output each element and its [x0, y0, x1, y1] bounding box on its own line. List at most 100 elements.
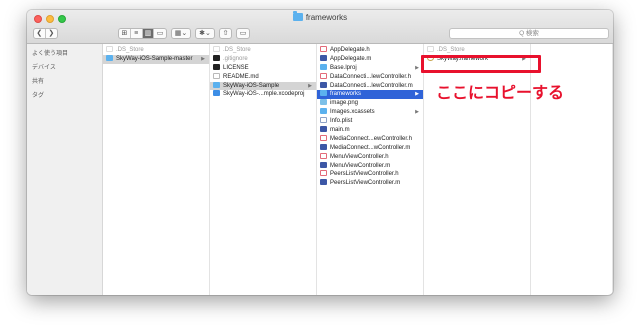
file-name: LICENSE	[223, 64, 249, 71]
file-row[interactable]: PeersListViewController.m	[317, 179, 423, 188]
file-icon	[320, 179, 327, 186]
file-row[interactable]: AppDelegate.h	[317, 46, 423, 55]
file-row[interactable]: MediaConnect...wController.m	[317, 143, 423, 153]
file-icon	[320, 46, 327, 52]
file-icon	[213, 72, 220, 79]
file-icon	[320, 152, 327, 159]
file-name: image.png	[330, 100, 359, 107]
file-name: MenuViewController.m	[330, 162, 391, 169]
file-row[interactable]: SkyWay-iOS-...mple.xcodeproj	[210, 90, 316, 99]
list-view-button[interactable]: ≡	[131, 29, 143, 38]
window-title: frameworks	[27, 11, 613, 22]
action-menu-button[interactable]: ✱⌄	[195, 28, 215, 39]
file-icon	[320, 143, 327, 150]
file-name: SkyWay-iOS-Sample	[223, 82, 280, 89]
file-row[interactable]: DataConnecti...lewController.h	[317, 72, 423, 82]
search-input[interactable]: Q 検索	[449, 28, 609, 39]
file-icon	[320, 99, 327, 106]
tag-button[interactable]: ▭	[236, 28, 250, 39]
file-icon	[213, 63, 220, 70]
gallery-view-button[interactable]: ▭	[154, 29, 166, 38]
annotation-label: ここにコピーする	[436, 83, 565, 102]
disclosure-chevron-icon: ▶	[415, 109, 419, 116]
sidebar-item-devices[interactable]: デバイス	[27, 61, 102, 75]
folder-icon	[292, 11, 303, 21]
file-icon	[320, 54, 327, 61]
folder-icon	[320, 90, 327, 97]
sidebar-item-shared[interactable]: 共有	[27, 75, 102, 89]
disclosure-chevron-icon: ▶	[308, 82, 312, 89]
column-1: .DS_Store SkyWay-iOS-Sample-master ▶	[103, 44, 210, 295]
file-name: AppDelegate.h	[330, 47, 370, 53]
disclosure-chevron-icon: ▶	[201, 55, 205, 62]
file-name: DataConnecti...lewController.m	[330, 82, 413, 89]
icon-view-button[interactable]: ⊞	[119, 29, 131, 38]
file-icon	[213, 54, 220, 61]
column-3: AppDelegate.h AppDelegate.m Base.lproj ▶ Dat…	[317, 44, 424, 295]
view-mode-selector: ⊞ ≡ ▥ ▭	[118, 28, 167, 39]
back-button[interactable]: ❮	[34, 29, 46, 38]
file-icon	[320, 134, 327, 141]
file-row[interactable]: LICENSE	[210, 63, 316, 73]
folder-icon	[106, 54, 113, 61]
file-name: .DS_Store	[116, 47, 144, 53]
file-name: README.md	[223, 73, 259, 80]
file-row[interactable]: Info.plist	[317, 117, 423, 126]
file-row[interactable]: SkyWay-iOS-Sample-master ▶	[103, 54, 209, 64]
file-name: .gitignore	[223, 55, 248, 62]
file-name: SkyWay-iOS-...mple.xcodeproj	[223, 91, 305, 98]
file-name: SkyWay-iOS-Sample-master	[116, 55, 193, 62]
sidebar: よく使う項目 デバイス 共有 タグ	[27, 44, 103, 295]
sidebar-item-favorites[interactable]: よく使う項目	[27, 47, 102, 61]
highlight-box	[421, 55, 541, 73]
forward-button[interactable]: ❯	[46, 29, 57, 38]
file-row[interactable]: AppDelegate.m	[317, 54, 423, 64]
file-row[interactable]: image.png	[317, 99, 423, 108]
window-title-text: frameworks	[305, 13, 348, 22]
file-row[interactable]: PeersListViewController.h	[317, 170, 423, 179]
group-by-button[interactable]: ▦⌄	[171, 28, 191, 39]
file-row[interactable]: Images.xcassets ▶	[317, 108, 423, 117]
share-button[interactable]: ⇧	[219, 28, 232, 39]
column-2: .DS_Store .gitignore LICENSE README.md SkyWa…	[210, 44, 317, 295]
file-row[interactable]: MenuViewController.h	[317, 152, 423, 162]
file-icon	[213, 46, 220, 52]
navigation-buttons: ❮ ❯	[33, 28, 58, 39]
file-icon	[213, 90, 220, 97]
file-name: DataConnecti...lewController.h	[330, 73, 412, 80]
file-row[interactable]: MenuViewController.m	[317, 161, 423, 171]
file-icon	[320, 81, 327, 88]
file-row[interactable]: MediaConnect...ewController.h	[317, 134, 423, 144]
folder-icon	[320, 63, 327, 70]
file-row[interactable]: .DS_Store	[103, 46, 209, 55]
file-row[interactable]: README.md	[210, 72, 316, 82]
file-name: Images.xcassets	[330, 109, 375, 116]
file-name: main.m	[330, 127, 350, 134]
file-row[interactable]: SkyWay-iOS-Sample ▶	[210, 81, 316, 91]
file-name: MediaConnect...wController.m	[330, 144, 411, 151]
file-icon	[320, 117, 327, 124]
finder-window: frameworks ❮ ❯ ⊞ ≡ ▥ ▭ ▦⌄ ✱⌄ ⇧ ▭ Q 検索 よく…	[27, 10, 613, 295]
folder-icon	[320, 108, 327, 115]
file-icon	[427, 46, 434, 52]
file-name: frameworks	[330, 91, 362, 98]
file-row[interactable]: .DS_Store	[424, 46, 530, 55]
file-row[interactable]: DataConnecti...lewController.m	[317, 81, 423, 91]
disclosure-chevron-icon: ▶	[415, 91, 419, 98]
file-name: PeersListViewController.m	[330, 180, 401, 187]
column-view-button[interactable]: ▥	[142, 29, 155, 38]
file-row[interactable]: frameworks ▶	[317, 90, 423, 100]
file-row[interactable]: main.m	[317, 126, 423, 135]
file-row[interactable]: .DS_Store	[210, 46, 316, 55]
file-name: .DS_Store	[223, 47, 251, 53]
file-name: AppDelegate.m	[330, 55, 372, 62]
sidebar-item-tags[interactable]: タグ	[27, 89, 102, 103]
file-name: .DS_Store	[437, 47, 465, 53]
file-name: Info.plist	[330, 118, 353, 125]
file-name: Base.lproj	[330, 64, 357, 71]
file-row[interactable]: .gitignore	[210, 54, 316, 64]
file-row[interactable]: Base.lproj ▶	[317, 63, 423, 73]
folder-icon	[213, 81, 220, 88]
disclosure-chevron-icon: ▶	[415, 64, 419, 71]
file-icon	[106, 46, 113, 52]
